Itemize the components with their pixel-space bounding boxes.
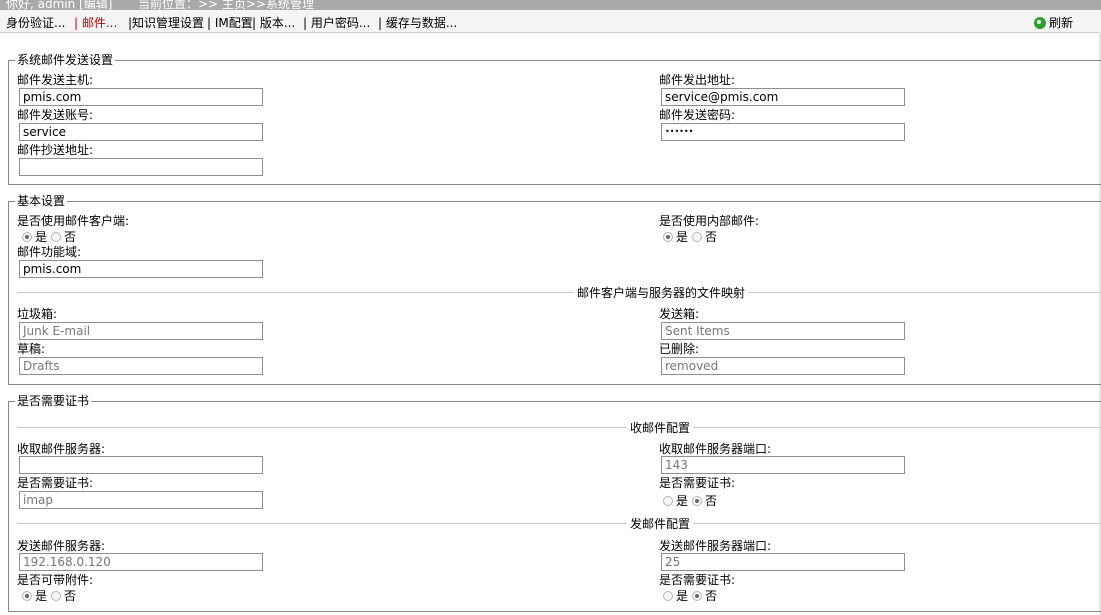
radio-no-label: 否 [705, 589, 718, 603]
use-mail-client-label: 是否使用邮件客户端: [17, 214, 130, 228]
send-cert-label: 是否需要证书: [659, 573, 736, 587]
send-password-label: 邮件发送密码: [659, 108, 736, 122]
radio-no-label: 否 [705, 230, 718, 244]
receive-cert-radio-group: 是否 [663, 494, 717, 508]
send-host-label: 邮件发送主机: [17, 73, 94, 87]
mail-send-settings-section: 系统邮件发送设置 邮件发送主机: pmis.com 邮件发出地址: servic… [8, 53, 1101, 185]
receive-port-label: 收取邮件服务器端口: [659, 442, 772, 456]
divider [17, 523, 1101, 524]
from-address-input[interactable]: service@pmis.com [661, 88, 905, 106]
junk-folder-input[interactable]: Junk E-mail [19, 322, 263, 340]
section-title: 是否需要证书 [15, 394, 92, 408]
radio-yes-label: 是 [35, 230, 48, 244]
refresh-icon [1034, 17, 1046, 29]
use-internal-mail-radio-group: 是否 [663, 230, 717, 244]
deleted-folder-input[interactable]: removed [661, 357, 905, 375]
section-title: 系统邮件发送设置 [15, 53, 116, 67]
refresh-label: 刷新 [1049, 16, 1074, 30]
receive-config-heading: 收邮件配置 [627, 421, 694, 435]
radio-no[interactable] [692, 232, 703, 242]
cc-address-label: 邮件抄送地址: [17, 143, 94, 157]
send-cert-radio-group: 是否 [663, 589, 717, 603]
radio-no[interactable] [51, 232, 62, 242]
radio-no-label: 否 [705, 494, 718, 508]
send-config-heading: 发邮件配置 [627, 517, 694, 531]
radio-no[interactable] [51, 591, 62, 601]
send-server-label: 发送邮件服务器: [17, 539, 106, 553]
breadcrumb: 当前位置：>> 主页>>系统管理 [138, 0, 315, 10]
radio-yes[interactable] [663, 496, 673, 506]
receive-server-label: 收取邮件服务器: [17, 442, 106, 456]
radio-no-label: 否 [64, 230, 77, 244]
receive-protocol-label: 是否需要证书: [17, 476, 94, 490]
send-port-label: 发送邮件服务器端口: [659, 539, 772, 553]
divider [17, 427, 1101, 428]
radio-yes-label: 是 [676, 494, 689, 508]
tab-auth[interactable]: 身份验证... [6, 14, 65, 31]
radio-yes-label: 是 [35, 589, 48, 603]
section-title: 基本设置 [15, 194, 68, 208]
tab-knowledge[interactable]: |知识管理设置 [128, 14, 204, 31]
radio-yes[interactable] [663, 591, 673, 601]
basic-settings-section: 基本设置 是否使用邮件客户端: 是否 是否使用内部邮件: 是否 邮件功能域: p… [8, 194, 1101, 385]
refresh-button[interactable]: 刷新 [1034, 14, 1073, 31]
receive-server-input[interactable] [19, 456, 263, 474]
top-header-bar: 你好, admin [编辑] 当前位置：>> 主页>>系统管理 [0, 0, 1101, 10]
deleted-label: 已删除: [659, 342, 700, 356]
send-account-label: 邮件发送账号: [17, 108, 94, 122]
mail-domain-label: 邮件功能域: [17, 245, 82, 259]
allow-attachment-label: 是否可带附件: [17, 573, 94, 587]
mail-domain-input[interactable]: pmis.com [19, 260, 263, 278]
send-port-input[interactable]: 25 [661, 553, 905, 571]
cc-address-input[interactable] [19, 158, 263, 176]
sent-folder-input[interactable]: Sent Items [661, 322, 905, 340]
sent-label: 发送箱: [659, 307, 700, 321]
radio-yes[interactable] [22, 591, 32, 601]
use-internal-mail-label: 是否使用内部邮件: [659, 214, 760, 228]
radio-no-label: 否 [64, 589, 77, 603]
receive-protocol-input[interactable]: imap [19, 491, 263, 509]
tab-im[interactable]: | IM配置 [207, 14, 253, 31]
send-server-input[interactable]: 192.168.0.120 [19, 553, 263, 571]
send-password-input[interactable]: •••••• [661, 123, 905, 141]
junk-label: 垃圾箱: [17, 307, 58, 321]
radio-no[interactable] [692, 496, 703, 506]
user-greeting: 你好, admin [编辑] [6, 0, 113, 10]
from-address-label: 邮件发出地址: [659, 73, 736, 87]
drafts-label: 草稿: [17, 342, 46, 356]
tab-cache-data[interactable]: | 缓存与数据... [378, 14, 457, 31]
tab-version[interactable]: | 版本... [252, 14, 295, 31]
certificate-section: 是否需要证书 收邮件配置 收取邮件服务器: 收取邮件服务器端口: 143 是否需… [8, 394, 1101, 612]
file-mapping-heading: 邮件客户端与服务器的文件映射 [574, 286, 749, 300]
drafts-folder-input[interactable]: Drafts [19, 357, 263, 375]
radio-yes[interactable] [663, 232, 673, 242]
tab-user-password[interactable]: | 用户密码... [303, 14, 370, 31]
allow-attachment-radio-group: 是否 [22, 589, 76, 603]
receive-cert-label: 是否需要证书: [659, 476, 736, 490]
send-host-input[interactable]: pmis.com [19, 88, 263, 106]
tab-mail[interactable]: | 邮件... [74, 14, 117, 31]
receive-port-input[interactable]: 143 [661, 456, 905, 474]
radio-no[interactable] [692, 591, 703, 601]
send-account-input[interactable]: service [19, 123, 263, 141]
use-mail-client-radio-group: 是否 [22, 230, 76, 244]
radio-yes-label: 是 [676, 589, 689, 603]
radio-yes[interactable] [22, 232, 32, 242]
radio-yes-label: 是 [676, 230, 689, 244]
settings-tab-bar: 身份验证... | 邮件... |知识管理设置 | IM配置 | 版本... |… [0, 10, 1101, 33]
divider [17, 292, 1101, 293]
